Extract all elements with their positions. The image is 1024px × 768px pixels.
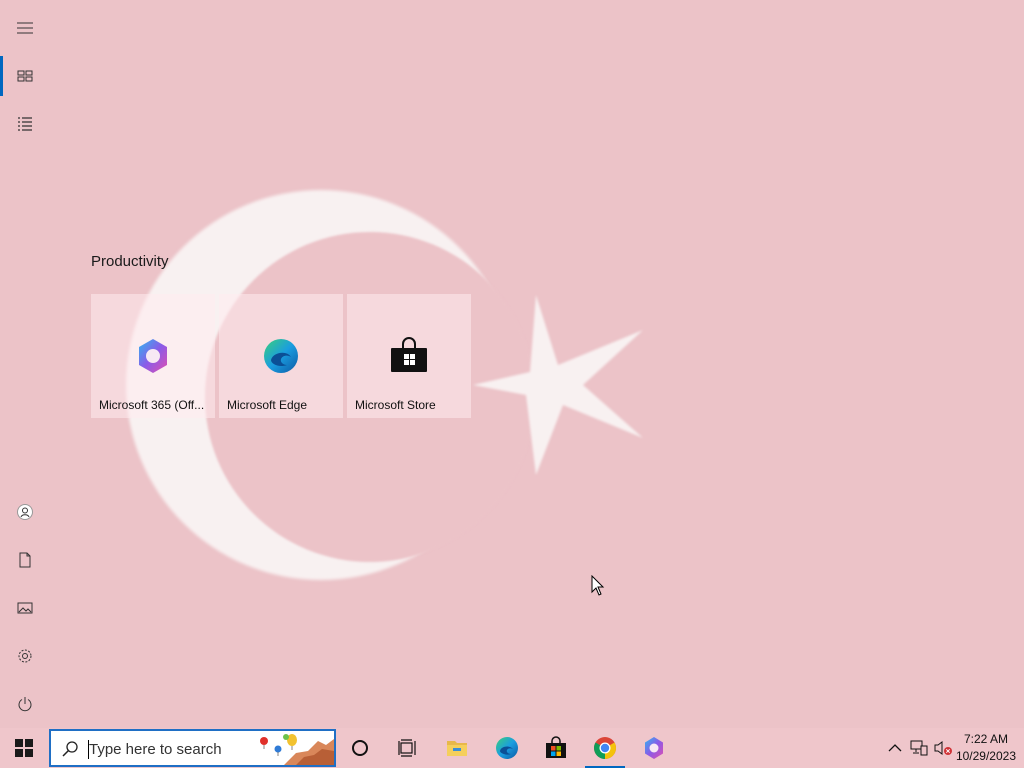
pictures-icon xyxy=(17,602,33,614)
account-button[interactable] xyxy=(0,488,50,536)
mouse-pointer-icon xyxy=(591,575,605,596)
documents-icon xyxy=(19,552,31,568)
edge-icon xyxy=(496,737,518,759)
store-taskbar-button[interactable] xyxy=(532,728,580,768)
volume-muted-icon xyxy=(934,741,952,755)
clock-date: 10/29/2023 xyxy=(955,749,1016,763)
network-icon xyxy=(910,740,928,756)
microsoft-365-icon xyxy=(645,737,663,759)
microsoft-365-taskbar-button[interactable] xyxy=(630,728,678,768)
wallpaper-star xyxy=(473,295,643,475)
tile-label: Microsoft Edge xyxy=(227,398,308,412)
search-placeholder: Type here to search xyxy=(89,741,222,758)
pictures-button[interactable] xyxy=(0,584,50,632)
cortana-icon xyxy=(352,740,368,756)
documents-button[interactable] xyxy=(0,536,50,584)
chrome-taskbar-button[interactable] xyxy=(581,728,629,768)
volume-button[interactable] xyxy=(931,728,955,768)
start-button[interactable] xyxy=(0,728,48,768)
expand-menu-button[interactable] xyxy=(0,4,50,52)
search-icon xyxy=(62,741,78,757)
tile-microsoft-store[interactable]: Microsoft Store xyxy=(347,294,471,418)
all-apps-button[interactable] xyxy=(0,100,50,148)
microsoft-365-icon xyxy=(139,339,167,373)
task-view-icon xyxy=(398,739,416,757)
tile-microsoft-365[interactable]: Microsoft 365 (Off... xyxy=(91,294,215,418)
edge-taskbar-button[interactable] xyxy=(483,728,531,768)
app-list-icon xyxy=(18,117,32,131)
task-view-button[interactable] xyxy=(384,728,432,768)
pinned-tiles-button[interactable] xyxy=(0,52,50,100)
user-icon xyxy=(17,504,33,520)
chevron-up-icon xyxy=(888,744,902,752)
edge-icon xyxy=(264,339,298,373)
clock-time: 7:22 AM xyxy=(963,732,1008,746)
search-input[interactable]: Type here to search xyxy=(49,729,336,767)
store-icon xyxy=(391,337,427,372)
store-icon xyxy=(546,736,566,758)
network-button[interactable] xyxy=(907,728,931,768)
tile-microsoft-edge[interactable]: Microsoft Edge xyxy=(219,294,343,418)
power-button[interactable] xyxy=(0,680,50,728)
windows-logo-icon xyxy=(15,739,33,757)
start-rail xyxy=(0,0,50,728)
tile-group-title[interactable]: Productivity xyxy=(91,253,169,270)
power-icon xyxy=(18,697,32,712)
taskbar-clock[interactable]: 7:22 AM 10/29/2023 xyxy=(956,731,1016,765)
chrome-icon xyxy=(594,737,616,759)
menu-icon xyxy=(17,22,33,34)
file-explorer-icon xyxy=(447,741,467,756)
settings-button[interactable] xyxy=(0,632,50,680)
settings-icon xyxy=(18,649,32,663)
file-explorer-button[interactable] xyxy=(433,728,481,768)
all-tiles-icon xyxy=(17,70,33,82)
cortana-button[interactable] xyxy=(336,728,384,768)
search-highlight-balloons-icon xyxy=(260,734,334,765)
tile-label: Microsoft 365 (Off... xyxy=(99,398,205,412)
tile-label: Microsoft Store xyxy=(355,398,436,412)
show-hidden-icons-button[interactable] xyxy=(884,728,906,768)
taskbar: Type here to search 7:22 AM 10/29/2023 xyxy=(0,728,1024,768)
